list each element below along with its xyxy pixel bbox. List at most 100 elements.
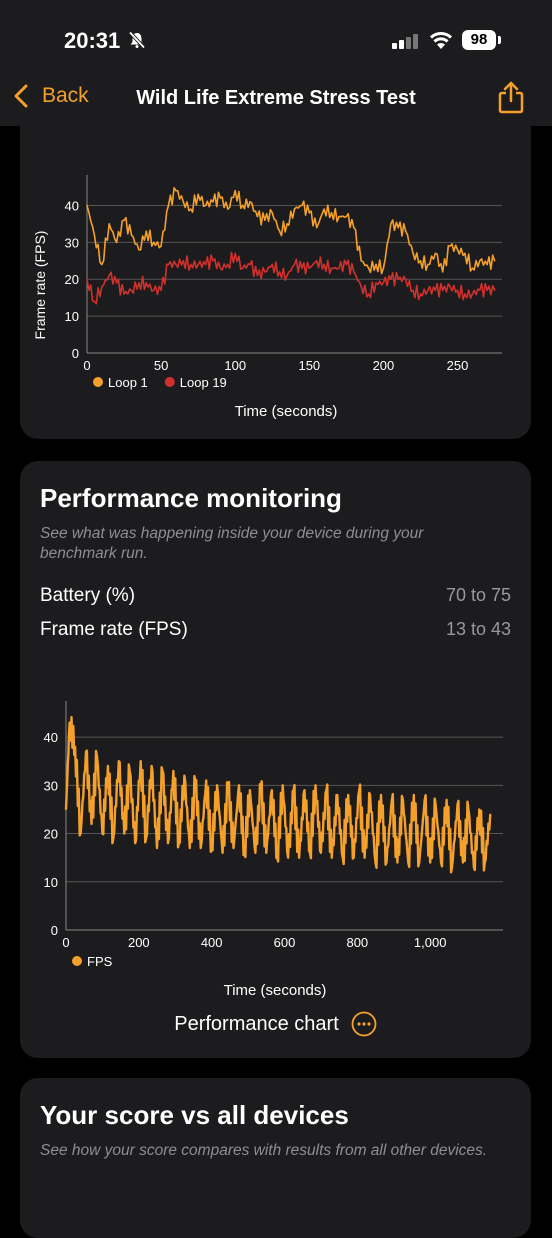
perf-data-point [303,789,306,791]
perf-data-point [429,861,431,864]
stress-data-point [138,248,140,251]
performance-chart-button[interactable]: Performance chart [20,1011,531,1037]
stress-data-point [227,208,229,210]
battery-icon: 98 [462,30,496,50]
perf-data-point [445,799,448,801]
stress-y-tick-label: 30 [65,235,79,250]
stress-data-point [486,289,488,292]
stress-data-point [234,189,237,192]
frame-rate-stat-label: Frame rate (FPS) [40,619,188,640]
battery-stat-value: 70 to 75 [445,585,511,605]
page-title: Wild Life Extreme Stress Test [136,87,416,109]
stress-x-tick-label: 200 [373,358,395,373]
stress-data-point [315,226,318,229]
perf-data-point [183,774,186,777]
stress-data-point [360,285,362,288]
stress-data-point [278,230,281,233]
stress-data-point [93,234,96,236]
performance-description: See what was happening inside your devic… [40,525,424,562]
perf-data-point [363,856,366,859]
frame-rate-stat-value: 13 to 43 [445,619,511,639]
perf-data-point [434,803,437,806]
stress-data-point [175,189,177,192]
perf-data-point [65,808,67,811]
share-icon[interactable] [498,80,524,114]
stress-data-point [293,208,296,210]
perf-data-point [118,760,120,763]
signal-icon [392,34,418,49]
perf-data-point [145,837,147,840]
stress-x-tick-label: 50 [154,358,168,373]
perf-x-tick-label: 600 [274,935,296,950]
stress-data-point [397,226,400,229]
stress-data-point [375,263,377,266]
stress-data-point [189,208,192,210]
stress-data-point [189,263,192,266]
stress-data-point [241,267,244,269]
stress-data-point [115,282,118,284]
perf-data-point [309,852,311,854]
perf-data-point [467,808,470,811]
perf-data-point [352,856,355,859]
stress-data-point [182,259,185,262]
stress-data-point [204,263,207,266]
perf-data-point [112,837,115,840]
stress-data-point [441,271,444,273]
stress-data-point [241,204,244,207]
stress-data-point [160,245,162,247]
perf-y-tick-label: 0 [51,923,58,938]
perf-x-tick-label: 0 [62,935,69,950]
perf-data-point [74,745,76,748]
stress-test-chart: Frame rate (FPS) Time (seconds) 0 10 20 30 4… [32,175,502,420]
perf-data-point [276,856,279,859]
perf-data-point [128,770,131,772]
perf-data-point [243,852,246,854]
perf-data-point [139,760,142,763]
stress-data-point [286,223,288,225]
stress-data-point [323,263,325,266]
stress-data-point [308,267,311,269]
perf-data-point [369,794,371,796]
perf-y-tick-label: 10 [44,875,58,890]
stress-x-tick-label: 150 [298,358,320,373]
performance-chart-label: Performance chart [174,1012,339,1035]
perf-y-tick-label: 40 [44,730,58,745]
perf-legend-label: FPS [87,954,113,969]
stress-data-point [301,204,303,207]
stress-data-point [145,230,148,233]
perf-data-point [227,784,229,787]
stress-y-tick-label: 20 [65,272,79,287]
perf-data-point [216,784,218,787]
stress-data-point [197,193,199,196]
perf-data-point [314,784,317,787]
top-bar: 20:31 98 Back Wild Life Extreme Stress T… [0,0,552,126]
score-comparison-card: Your score vs all devices See how your s… [20,1078,531,1238]
perf-data-point [320,852,322,854]
perf-data-point [347,794,350,796]
perf-data-point [298,856,300,859]
score-description: See how your score compares with results… [40,1142,488,1159]
stress-data-point [315,259,318,262]
stress-legend-label: Loop 19 [180,375,227,390]
stress-data-point [293,263,296,266]
perf-data-point [489,813,492,816]
stress-data-point [367,267,370,269]
stress-legend-label: Loop 1 [108,375,148,390]
stress-data-point [338,215,340,218]
stress-data-point [345,215,348,218]
stress-data-point [249,263,251,266]
stress-data-point [152,289,155,292]
stress-legend-swatch [164,377,175,387]
stress-data-point [197,263,199,266]
perf-data-point [221,852,224,854]
perf-data-point [374,861,377,864]
stress-data-point [352,226,355,229]
stress-data-point [264,271,266,273]
stress-data-point [130,289,133,292]
perf-data-point [123,832,126,835]
perf-data-point [440,861,442,864]
stress-y-tick-label: 0 [72,346,79,361]
stress-data-point [152,241,155,244]
stress-data-point [256,274,259,277]
stress-x-tick-label: 250 [447,358,469,373]
